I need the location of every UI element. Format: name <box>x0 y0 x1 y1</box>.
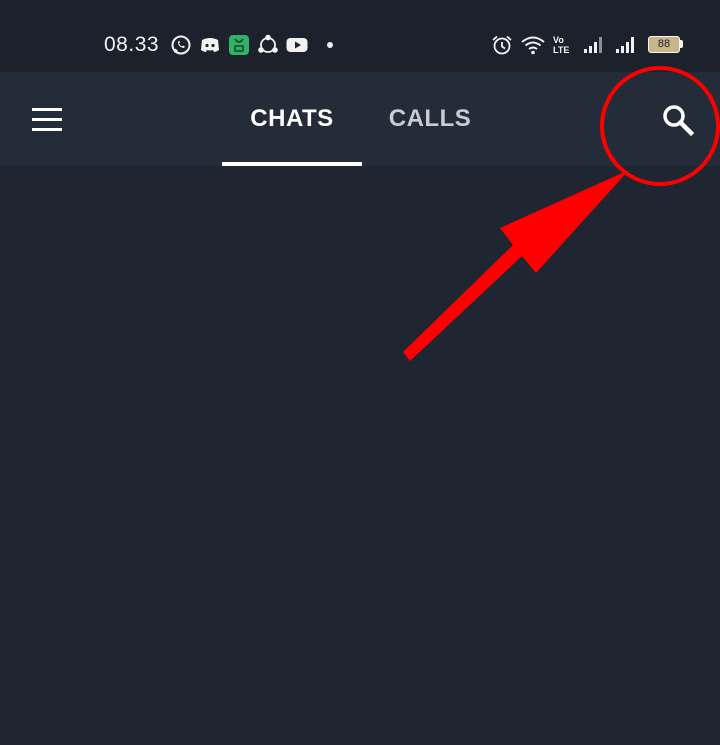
app-store-icon <box>229 35 249 55</box>
discord-icon <box>201 38 219 52</box>
volte-label-top: Vo <box>553 35 564 45</box>
battery-tip <box>680 40 683 48</box>
tab-chats[interactable]: CHATS <box>222 72 362 166</box>
hamburger-menu-icon <box>32 108 62 131</box>
hamburger-menu-button[interactable] <box>28 104 68 136</box>
whatsapp-icon <box>171 35 191 55</box>
volte-label-bottom: LTE <box>553 45 570 55</box>
signal-icon <box>616 37 634 53</box>
youtube-icon <box>286 38 308 52</box>
tab-calls-label: CALLS <box>388 105 472 132</box>
tab-chats-label: CHATS <box>250 105 334 132</box>
share-it-icon <box>258 34 278 53</box>
volte-icon: Vo LTE <box>553 35 575 57</box>
search-icon <box>663 105 695 137</box>
wifi-icon <box>521 36 545 55</box>
battery-icon: 88 <box>648 36 680 53</box>
search-button[interactable] <box>650 92 706 148</box>
alarm-icon <box>492 35 512 55</box>
signal-icon <box>584 37 602 53</box>
status-time: 08.33 <box>104 33 160 56</box>
notification-dot-icon <box>327 42 333 48</box>
chat-list-area <box>0 166 720 745</box>
tab-calls[interactable]: CALLS <box>362 72 498 166</box>
status-bar: 08.33 Vo LTE 88 <box>0 0 720 72</box>
battery-level: 88 <box>657 38 671 50</box>
